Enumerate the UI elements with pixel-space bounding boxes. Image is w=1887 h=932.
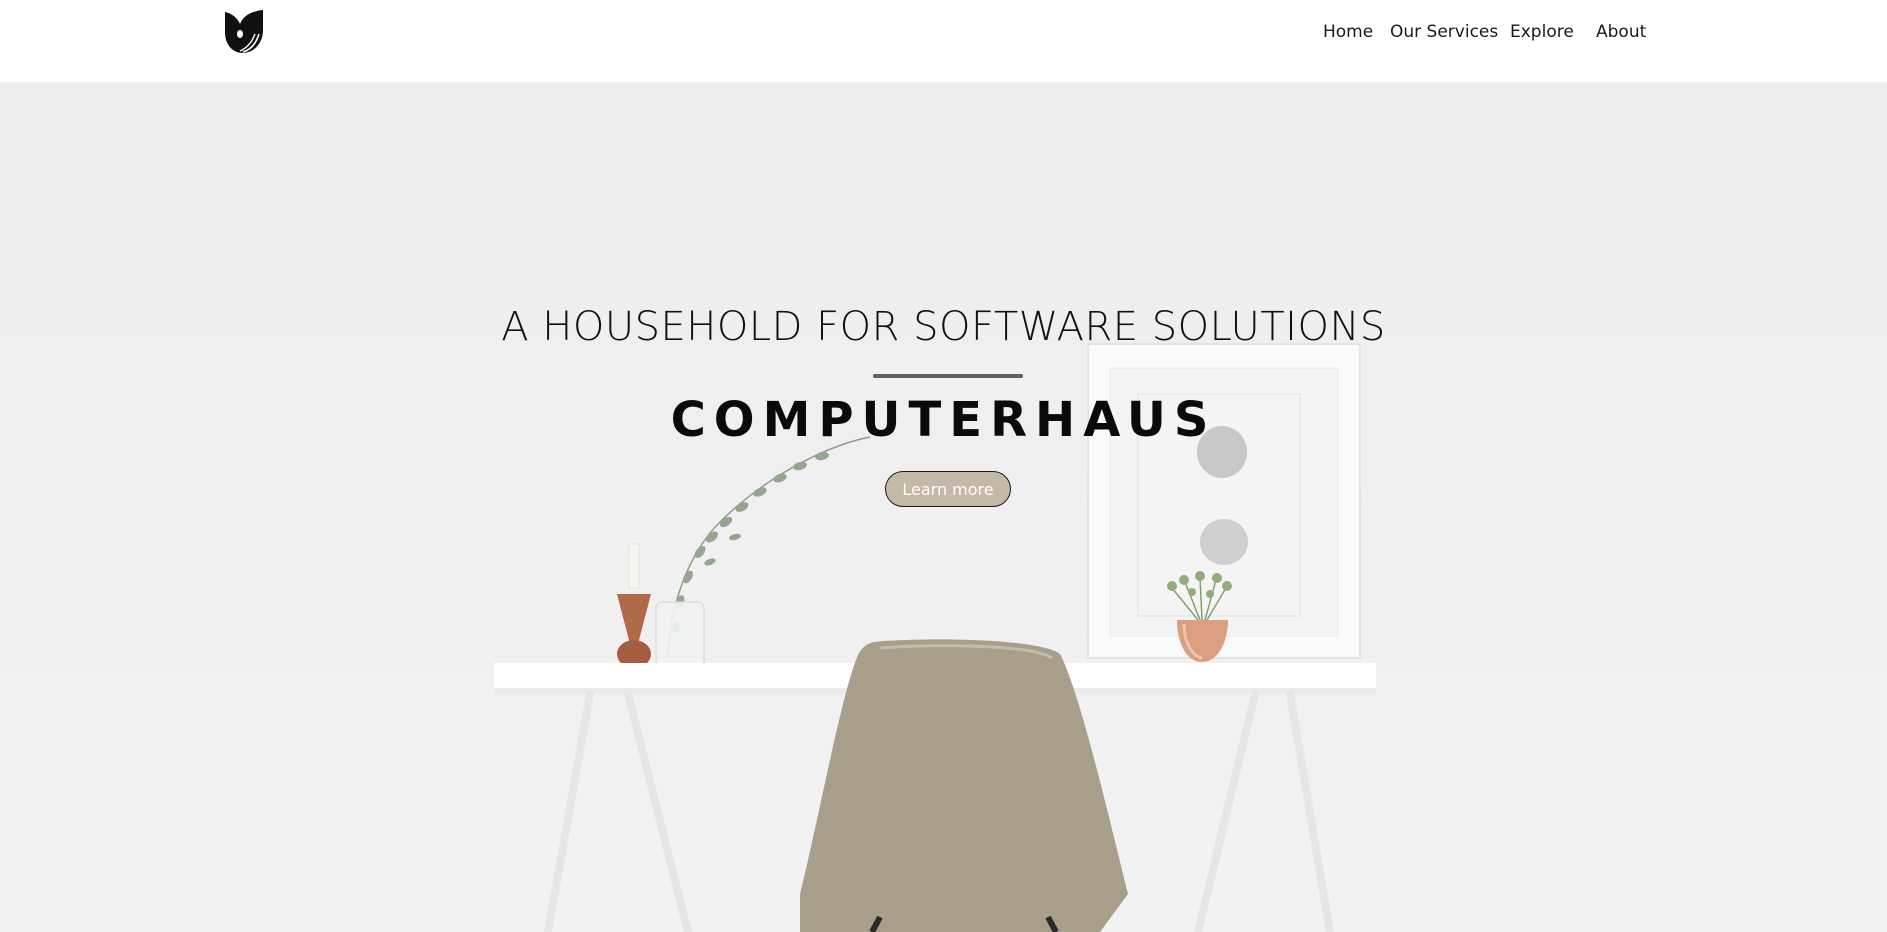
nav-about-link[interactable]: About [1596,22,1646,42]
hero-content: A HOUSEHOLD FOR SOFTWARE SOLUTIONS COMPU… [0,82,1887,932]
learn-more-button[interactable]: Learn more [885,471,1011,507]
tulip-logo-icon[interactable] [222,8,266,54]
hero-title: COMPUTERHAUS [670,392,1217,448]
hero-tagline: A HOUSEHOLD FOR SOFTWARE SOLUTIONS [501,304,1386,350]
hero-section: A HOUSEHOLD FOR SOFTWARE SOLUTIONS COMPU… [0,82,1887,932]
nav-home-link[interactable]: Home [1323,22,1373,42]
hero-divider [873,374,1023,378]
nav-explore-link[interactable]: Explore [1510,22,1574,42]
nav-services-link[interactable]: Our Services [1390,22,1498,42]
top-navbar: Home Our Services Explore About [0,0,1887,82]
